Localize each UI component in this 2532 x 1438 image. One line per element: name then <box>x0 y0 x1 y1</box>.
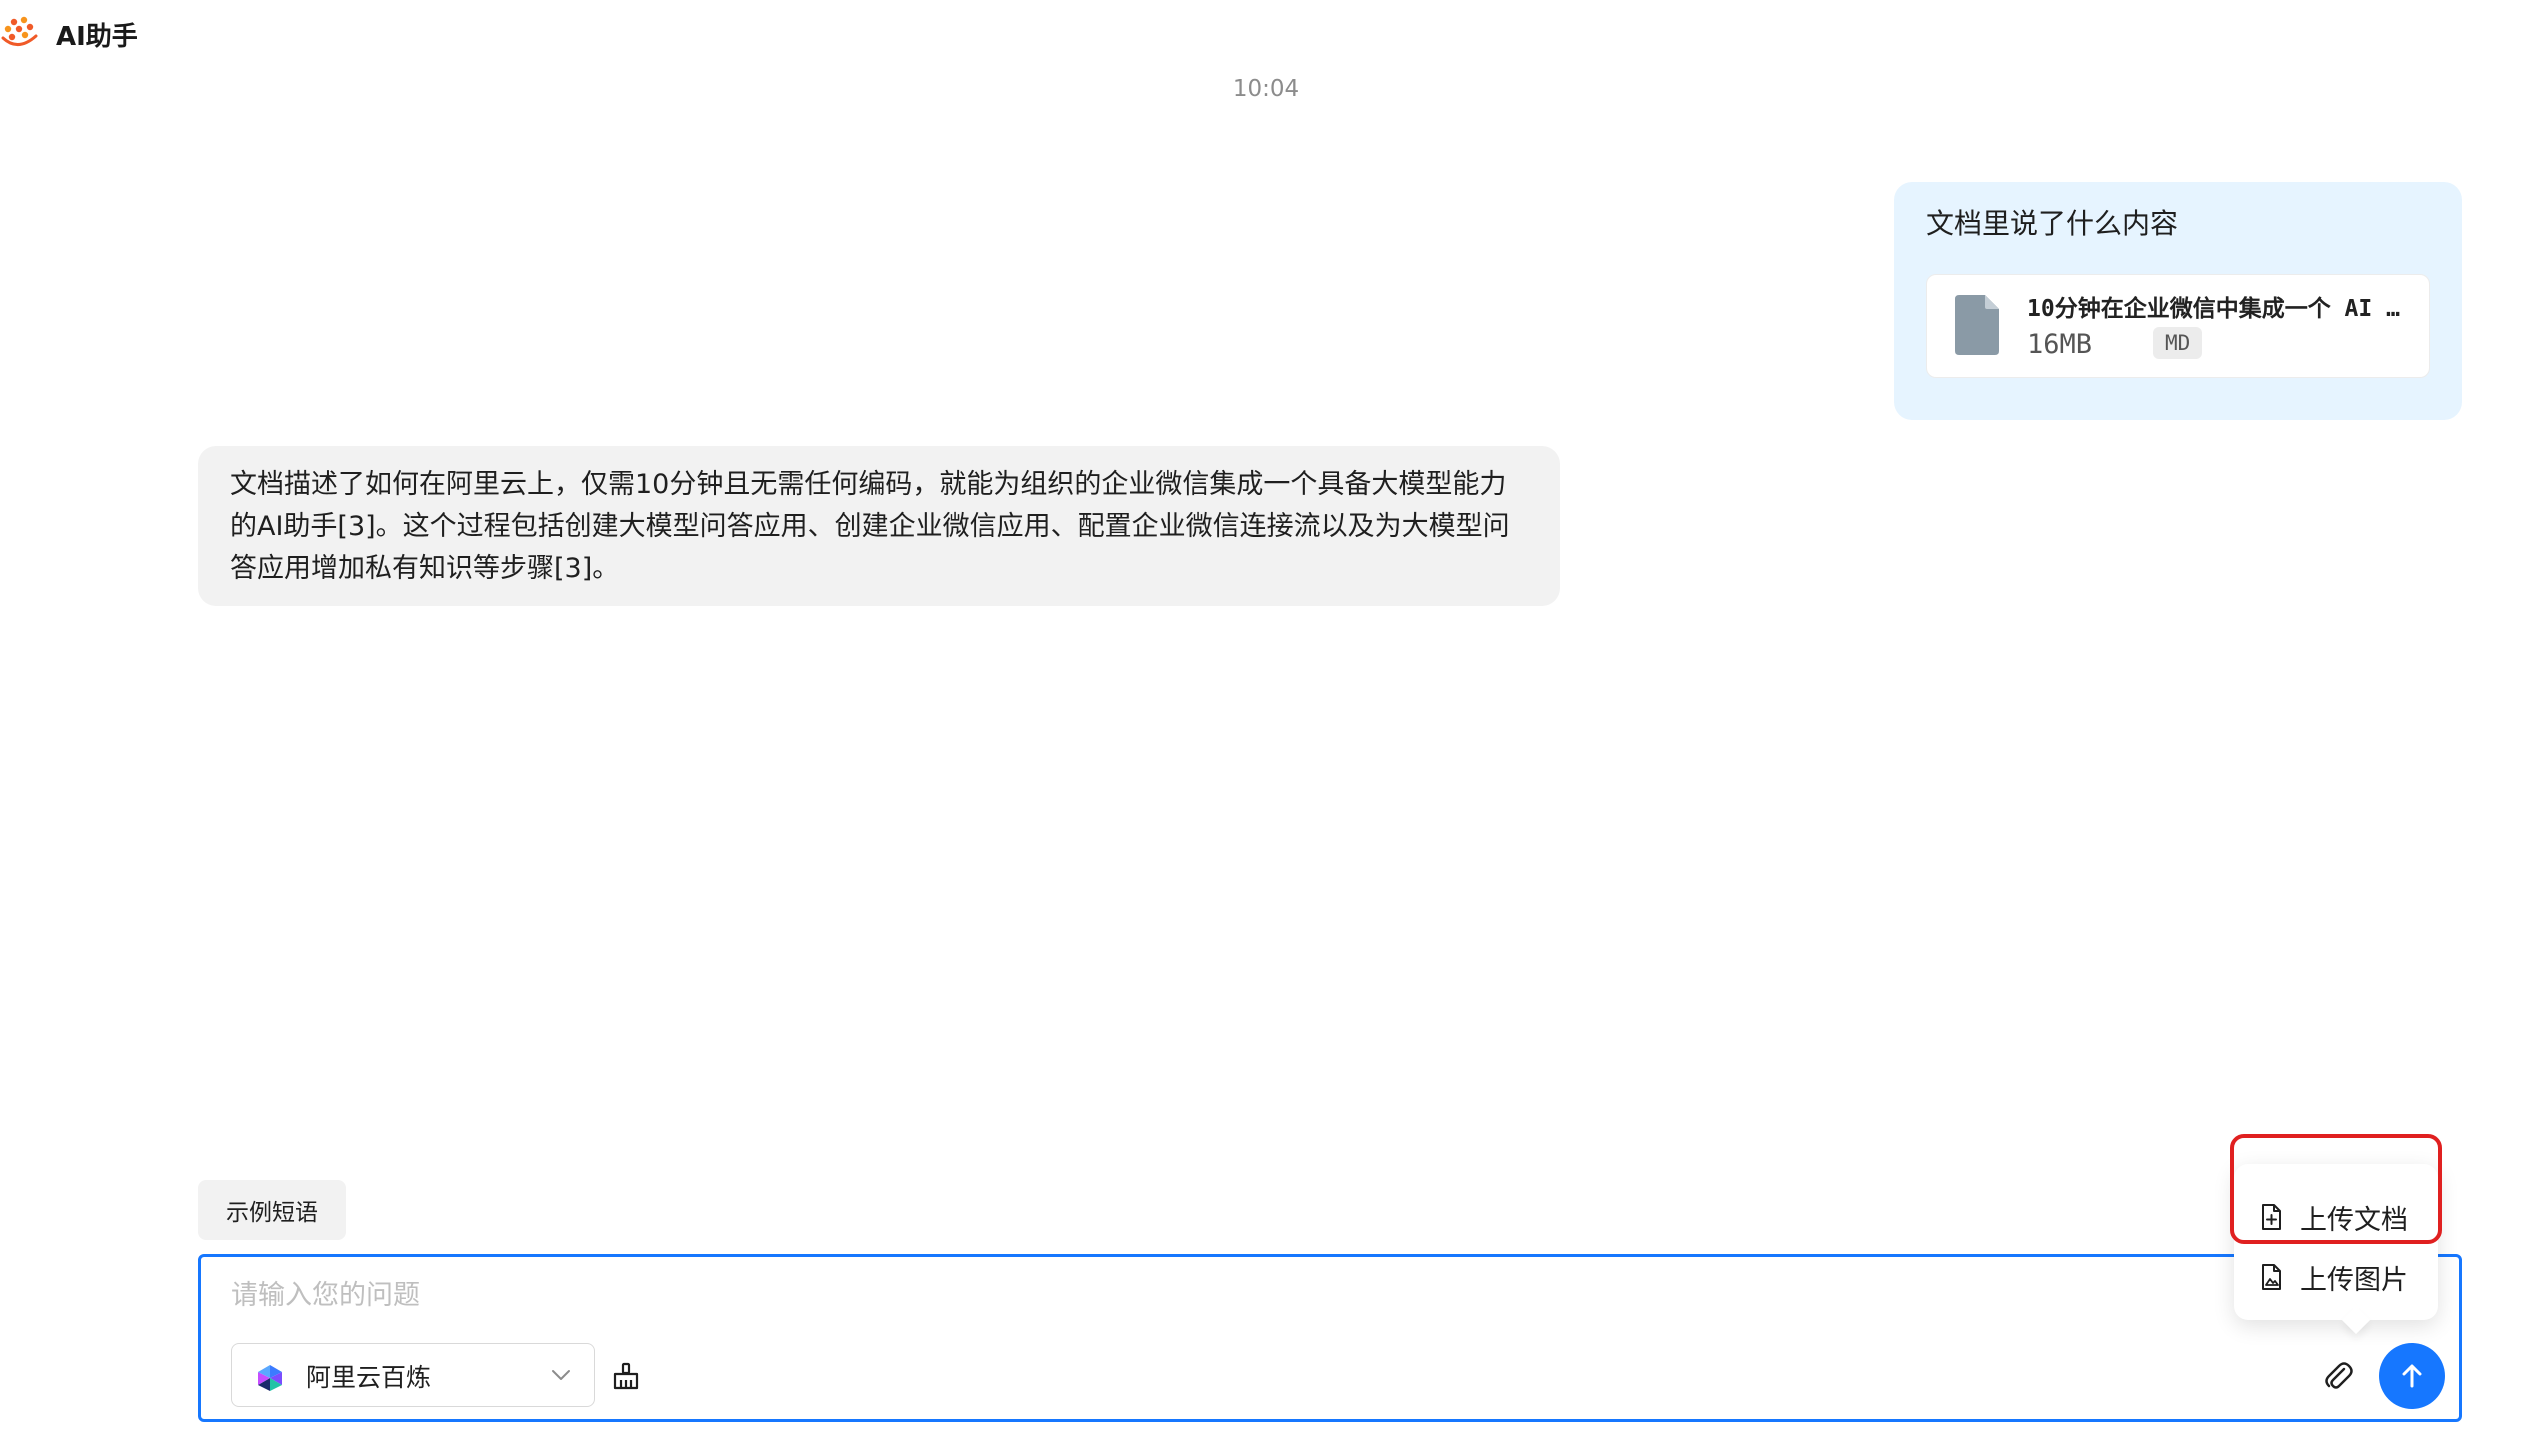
example-phrases-label: 示例短语 <box>226 1200 318 1226</box>
app-title: AI助手 <box>56 22 138 52</box>
question-input[interactable] <box>231 1275 2331 1315</box>
user-message-bubble: 文档里说了什么内容 10分钟在企业微信中集成一个 AI … 16MB MD <box>1894 182 2462 420</box>
ai-assistant-logo-icon <box>1 16 38 46</box>
file-icon <box>1955 295 1999 355</box>
upload-image-label: 上传图片 <box>2300 1264 2408 1296</box>
attachment-card[interactable]: 10分钟在企业微信中集成一个 AI … 16MB MD <box>1926 274 2430 378</box>
header-bar: AI助手 <box>0 0 2532 64</box>
ai-message-bubble: 文档描述了如何在阿里云上，仅需10分钟且无需任何编码，就能为组织的企业微信集成一… <box>198 446 1560 606</box>
attachment-type-badge: MD <box>2153 327 2203 359</box>
example-phrases-button[interactable]: 示例短语 <box>198 1180 346 1240</box>
chevron-down-icon <box>552 1370 570 1380</box>
attachment-size: 16MB <box>2027 329 2093 360</box>
file-image-icon <box>2262 1264 2281 1290</box>
message-timestamp: 10:04 <box>1232 76 1300 102</box>
ai-message-text: 文档描述了如何在阿里云上，仅需10分钟且无需任何编码，就能为组织的企业微信集成一… <box>230 469 1510 584</box>
broom-icon[interactable] <box>611 1361 641 1391</box>
bailian-logo-icon <box>258 1365 282 1391</box>
attachment-name: 10分钟在企业微信中集成一个 AI … <box>2027 296 2400 322</box>
chat-input-box: 阿里云百炼 <box>198 1254 2462 1422</box>
paperclip-icon[interactable] <box>2321 1359 2355 1393</box>
arrow-up-icon <box>2402 1364 2422 1388</box>
model-select[interactable]: 阿里云百炼 <box>231 1343 595 1407</box>
highlight-annotation <box>2230 1134 2442 1244</box>
upload-image-item[interactable]: 上传图片 <box>2256 1250 2426 1304</box>
user-message-text: 文档里说了什么内容 <box>1926 207 2179 240</box>
send-button[interactable] <box>2379 1343 2445 1409</box>
model-select-value: 阿里云百炼 <box>306 1363 432 1392</box>
